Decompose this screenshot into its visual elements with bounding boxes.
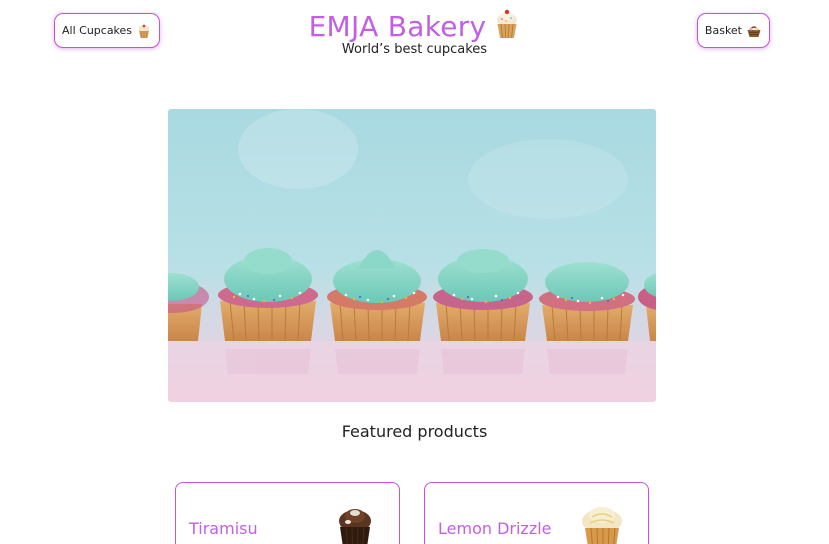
product-card-lemon-drizzle[interactable]: Lemon Drizzle bbox=[424, 482, 649, 544]
lemon-cupcake-icon bbox=[578, 503, 626, 544]
page: All Cupcakes Basket EMJA Bakery World’s … bbox=[0, 0, 829, 544]
brand[interactable]: EMJA Bakery bbox=[309, 9, 521, 43]
hero-image bbox=[168, 109, 656, 402]
site-header: EMJA Bakery World’s best cupcakes bbox=[0, 9, 829, 57]
cupcake-icon bbox=[494, 9, 520, 43]
cupcake-2 bbox=[218, 248, 318, 342]
product-name: Tiramisu bbox=[189, 519, 258, 538]
product-name: Lemon Drizzle bbox=[438, 519, 552, 538]
cupcake-1 bbox=[168, 273, 209, 341]
cupcake-6 bbox=[638, 273, 656, 341]
cupcake-5 bbox=[539, 262, 635, 342]
site-title: EMJA Bakery bbox=[308, 9, 487, 43]
tagline: World’s best cupcakes bbox=[341, 42, 488, 57]
chocolate-cupcake-icon bbox=[333, 503, 377, 544]
cupcake-4 bbox=[433, 249, 533, 342]
cupcake-3 bbox=[327, 250, 427, 342]
product-card-tiramisu[interactable]: Tiramisu bbox=[175, 482, 400, 544]
featured-products-heading: Featured products bbox=[341, 422, 488, 441]
